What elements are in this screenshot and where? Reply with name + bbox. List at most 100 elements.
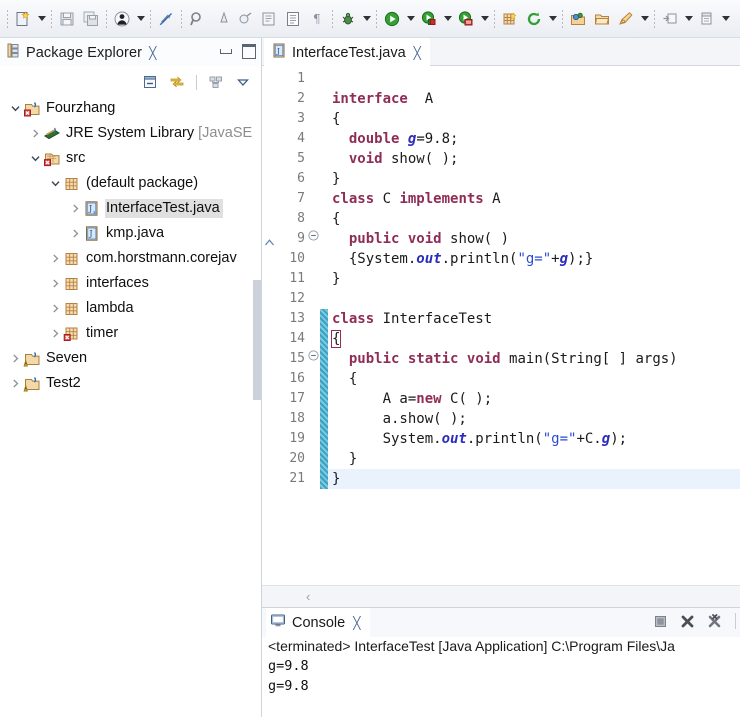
close-icon[interactable]: ╳ <box>149 46 156 60</box>
scroll-left-icon[interactable]: ‹ <box>306 589 310 604</box>
new-wizard-dropdown-arrow[interactable] <box>35 7 48 31</box>
twisty-collapsed-icon[interactable] <box>8 371 22 396</box>
code-line[interactable]: a.show( ); <box>328 409 740 429</box>
code-line[interactable]: System.out.println("g="+C.g); <box>328 429 740 449</box>
source-code-area[interactable]: interface A{ double g=9.8; void show( );… <box>328 66 740 585</box>
code-line[interactable]: } <box>328 469 740 489</box>
save-all-icon[interactable] <box>79 7 103 31</box>
code-line[interactable]: class C implements A <box>328 189 740 209</box>
code-line[interactable]: } <box>328 449 740 469</box>
tree-item-jre-system-library[interactable]: JRE System Library [JavaSE <box>0 121 261 146</box>
tab-console[interactable]: Console ╳ <box>266 608 371 637</box>
project-tree[interactable]: Fourzhang JRE System Library [JavaSE src… <box>0 96 261 717</box>
save-icon[interactable] <box>55 7 79 31</box>
code-line[interactable] <box>328 289 740 309</box>
twisty-collapsed-icon[interactable] <box>8 346 22 371</box>
refresh-arrow-icon[interactable] <box>522 7 546 31</box>
next-annotation-icon[interactable] <box>257 7 281 31</box>
code-line[interactable]: { <box>328 109 740 129</box>
code-line[interactable]: A a=new C( ); <box>328 389 740 409</box>
code-line[interactable]: } <box>328 269 740 289</box>
code-line[interactable]: public static void main(String[ ] args) <box>328 349 740 369</box>
link-with-editor-icon[interactable] <box>167 72 187 92</box>
annotation-dropdown-arrow[interactable] <box>638 7 651 31</box>
editor-horizontal-scrollbar[interactable]: ‹ <box>262 585 740 607</box>
person-dropdown-arrow[interactable] <box>134 7 147 31</box>
run-coverage-dropdown-arrow[interactable] <box>441 7 454 31</box>
view-menu-icon[interactable] <box>233 72 253 92</box>
code-line[interactable]: { <box>328 329 740 349</box>
collapse-all-icon[interactable] <box>140 72 160 92</box>
tree-item-lambda[interactable]: lambda <box>0 296 261 321</box>
code-line[interactable]: } <box>328 169 740 189</box>
open-declaration-icon[interactable] <box>658 7 682 31</box>
twisty-expanded-icon[interactable] <box>48 171 62 196</box>
twisty-collapsed-icon[interactable] <box>48 246 62 271</box>
external-tools-dropdown-arrow[interactable] <box>546 7 559 31</box>
close-icon[interactable]: ╳ <box>414 46 421 60</box>
twisty-collapsed-icon[interactable] <box>68 221 82 246</box>
code-line[interactable]: interface A <box>328 89 740 109</box>
tree-item-kmp-java[interactable]: Jkmp.java <box>0 221 261 246</box>
twisty-expanded-icon[interactable] <box>8 96 22 121</box>
code-line[interactable]: public void show( ) <box>328 229 740 249</box>
code-line[interactable]: void show( ); <box>328 149 740 169</box>
terminate-icon[interactable] <box>651 612 669 630</box>
tree-item-com-horstmann-corejav[interactable]: com.horstmann.corejav <box>0 246 261 271</box>
new-wizard-icon[interactable] <box>11 7 35 31</box>
close-icon[interactable]: ╳ <box>353 616 360 630</box>
code-line[interactable]: class InterfaceTest <box>328 309 740 329</box>
run-dropdown-arrow[interactable] <box>404 7 417 31</box>
run-server-icon[interactable] <box>454 7 478 31</box>
pen-tool-icon[interactable] <box>614 7 638 31</box>
folding-ruler[interactable] <box>308 66 320 585</box>
ruler-icon[interactable] <box>209 7 233 31</box>
explorer-scrollbar-thumb[interactable] <box>253 280 261 400</box>
fold-collapse-icon[interactable] <box>308 346 320 366</box>
open-declaration-dropdown-arrow[interactable] <box>682 7 695 31</box>
code-line[interactable]: { <box>328 369 740 389</box>
tree-item-src[interactable]: src <box>0 146 261 171</box>
tree-item-fourzhang[interactable]: Fourzhang <box>0 96 261 121</box>
tree-item-default-package[interactable]: (default package) <box>0 171 261 196</box>
tree-item-seven[interactable]: Seven <box>0 346 261 371</box>
debug-dropdown-arrow[interactable] <box>360 7 373 31</box>
fold-collapse-icon[interactable] <box>308 226 320 246</box>
run-server-dropdown-arrow[interactable] <box>478 7 491 31</box>
new-package-icon[interactable] <box>498 7 522 31</box>
coverage-icon[interactable] <box>233 7 257 31</box>
tree-item-timer[interactable]: timer <box>0 321 261 346</box>
code-line[interactable]: {System.out.println("g="+g);} <box>328 249 740 269</box>
pilcrow-icon[interactable]: ¶ <box>305 7 329 31</box>
tree-item-interfaces[interactable]: interfaces <box>0 271 261 296</box>
twisty-collapsed-icon[interactable] <box>48 271 62 296</box>
focus-on-active-task-icon[interactable] <box>206 72 226 92</box>
remove-all-terminated-icon[interactable] <box>705 612 723 630</box>
twisty-collapsed-icon[interactable] <box>48 321 62 346</box>
package-explorer-titlebar[interactable]: Package Explorer ╳ <box>0 38 261 68</box>
no-link-icon[interactable] <box>154 7 178 31</box>
twisty-expanded-icon[interactable] <box>28 146 42 171</box>
debug-bug-icon[interactable] <box>336 7 360 31</box>
open-folder-icon[interactable] <box>590 7 614 31</box>
toggle-block-selection-icon[interactable] <box>281 7 305 31</box>
new-class-icon[interactable] <box>566 7 590 31</box>
tree-item-test2[interactable]: Test2 <box>0 371 261 396</box>
code-line[interactable]: { <box>328 209 740 229</box>
person-icon[interactable] <box>110 7 134 31</box>
tab-interfacetest-java[interactable]: J InterfaceTest.java ╳ <box>264 38 430 66</box>
remove-launch-icon[interactable] <box>678 612 696 630</box>
editor-body[interactable]: 1 2 3 4 5 6 7 8 9 10 11 12 13 14 15 16 17 18 19 20 21 interf… <box>262 66 740 585</box>
run-play-icon[interactable] <box>380 7 404 31</box>
minimize-icon[interactable] <box>218 43 232 57</box>
console-output[interactable]: <terminated> InterfaceTest [Java Applica… <box>262 637 740 717</box>
maximize-icon[interactable] <box>241 43 256 59</box>
code-line[interactable] <box>328 69 740 89</box>
twisty-collapsed-icon[interactable] <box>68 196 82 221</box>
annotation-ruler[interactable] <box>262 66 276 585</box>
open-resource-icon[interactable] <box>695 7 719 31</box>
tree-item-interfacetest-java[interactable]: J InterfaceTest.java <box>0 196 261 221</box>
run-coverage-icon[interactable] <box>417 7 441 31</box>
open-resource-dropdown-arrow[interactable] <box>719 7 732 31</box>
twisty-collapsed-icon[interactable] <box>28 121 42 146</box>
